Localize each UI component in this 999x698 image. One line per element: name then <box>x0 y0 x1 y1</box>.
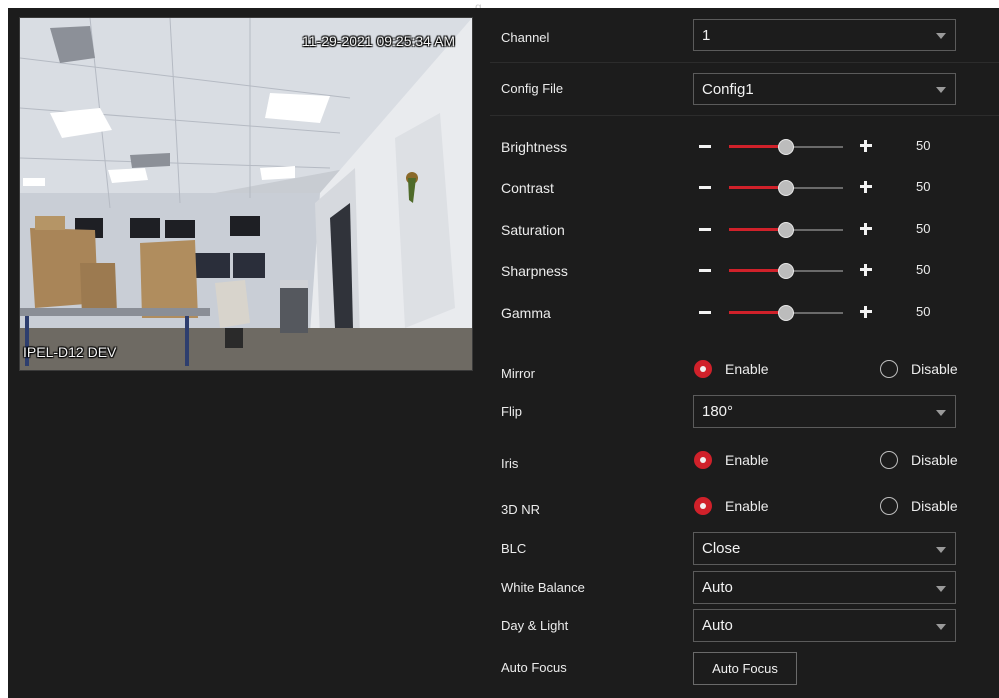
divider <box>490 62 999 63</box>
white-balance-value: Auto <box>702 579 733 596</box>
increase-icon[interactable] <box>860 223 872 235</box>
chevron-down-icon <box>936 585 946 592</box>
iris-label: Iris <box>501 456 519 471</box>
slider-thumb[interactable] <box>778 139 794 155</box>
increase-icon[interactable] <box>860 140 872 152</box>
brightness-slider: 50 <box>696 136 946 156</box>
flip-label: Flip <box>501 404 522 419</box>
radio-unselected-icon <box>880 451 898 469</box>
radio-selected-icon <box>694 497 712 515</box>
blc-label: BLC <box>501 541 527 556</box>
day-light-label: Day & Light <box>501 618 569 633</box>
radio-selected-icon <box>694 451 712 469</box>
decrease-icon[interactable] <box>699 186 711 189</box>
3dnr-enable-radio[interactable]: Enable <box>694 497 769 515</box>
increase-icon[interactable] <box>860 181 872 193</box>
divider <box>490 115 999 116</box>
slider-track[interactable] <box>729 305 843 321</box>
saturation-slider: 50 <box>696 219 946 239</box>
channel-value: 1 <box>702 26 711 44</box>
3dnr-label: 3D NR <box>501 502 541 517</box>
sharpness-label: Sharpness <box>501 263 568 279</box>
white-balance-select[interactable]: Auto <box>693 571 956 604</box>
contrast-label: Contrast <box>501 180 554 196</box>
radio-label: Disable <box>911 452 958 468</box>
contrast-slider: 50 <box>696 177 946 197</box>
chevron-down-icon <box>936 623 946 630</box>
channel-select[interactable]: 1 <box>693 19 956 51</box>
channel-label: Channel <box>501 30 550 45</box>
brightness-label: Brightness <box>501 139 568 155</box>
slider-value: 50 <box>916 304 931 319</box>
iris-disable-radio[interactable]: Disable <box>880 451 958 469</box>
decrease-icon[interactable] <box>699 311 711 314</box>
slider-track[interactable] <box>729 263 843 279</box>
day-light-select[interactable]: Auto <box>693 609 956 642</box>
radio-label: Disable <box>911 361 958 377</box>
slider-value: 50 <box>916 221 931 236</box>
increase-icon[interactable] <box>860 306 872 318</box>
chevron-down-icon <box>936 546 946 553</box>
camera-scene-image <box>20 18 472 370</box>
radio-selected-icon <box>694 360 712 378</box>
slider-track[interactable] <box>729 139 843 155</box>
slider-thumb[interactable] <box>778 305 794 321</box>
chevron-down-icon <box>936 87 946 93</box>
mirror-disable-radio[interactable]: Disable <box>880 360 958 378</box>
blc-select[interactable]: Close <box>693 532 956 565</box>
slider-thumb[interactable] <box>778 180 794 196</box>
blc-value: Close <box>702 540 741 557</box>
iris-enable-radio[interactable]: Enable <box>694 451 769 469</box>
flip-value: 180° <box>702 403 734 420</box>
chevron-down-icon <box>936 33 946 39</box>
camera-preview: 11-29-2021 09:25:34 AM IPEL-D12 DEV <box>19 17 473 371</box>
white-balance-label: White Balance <box>501 580 585 595</box>
saturation-label: Saturation <box>501 222 565 238</box>
auto-focus-label: Auto Focus <box>501 660 567 675</box>
radio-unselected-icon <box>880 497 898 515</box>
slider-track[interactable] <box>729 180 843 196</box>
chevron-down-icon <box>936 409 946 416</box>
slider-thumb[interactable] <box>778 263 794 279</box>
gamma-slider: 50 <box>696 302 946 322</box>
day-light-value: Auto <box>702 617 733 634</box>
slider-thumb[interactable] <box>778 222 794 238</box>
slider-value: 50 <box>916 138 931 153</box>
slider-value: 50 <box>916 262 931 277</box>
slider-track[interactable] <box>729 222 843 238</box>
decrease-icon[interactable] <box>699 228 711 231</box>
increase-icon[interactable] <box>860 264 872 276</box>
osd-timestamp: 11-29-2021 09:25:34 AM <box>302 33 456 49</box>
radio-label: Enable <box>725 498 769 514</box>
auto-focus-button[interactable]: Auto Focus <box>693 652 797 685</box>
decrease-icon[interactable] <box>699 269 711 272</box>
slider-value: 50 <box>916 179 931 194</box>
gamma-label: Gamma <box>501 305 551 321</box>
radio-label: Disable <box>911 498 958 514</box>
sharpness-slider: 50 <box>696 260 946 280</box>
3dnr-disable-radio[interactable]: Disable <box>880 497 958 515</box>
radio-label: Enable <box>725 452 769 468</box>
flip-select[interactable]: 180° <box>693 395 956 428</box>
config-file-select[interactable]: Config1 <box>693 73 956 105</box>
mirror-label: Mirror <box>501 366 535 381</box>
radio-unselected-icon <box>880 360 898 378</box>
mirror-enable-radio[interactable]: Enable <box>694 360 769 378</box>
config-file-value: Config1 <box>702 80 754 98</box>
decrease-icon[interactable] <box>699 145 711 148</box>
osd-camera-name: IPEL-D12 DEV <box>23 344 117 360</box>
radio-label: Enable <box>725 361 769 377</box>
config-file-label: Config File <box>501 81 564 96</box>
